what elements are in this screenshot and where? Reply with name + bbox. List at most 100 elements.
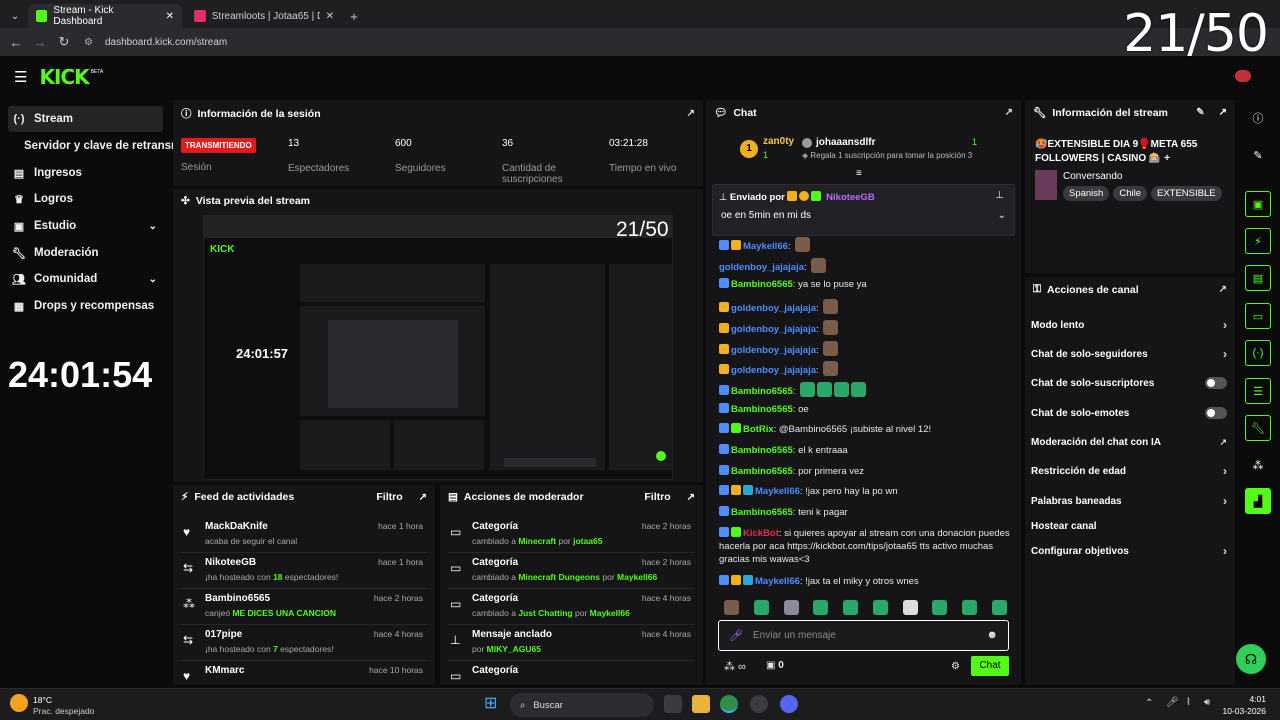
points-icon[interactable]: ⁂ ∞ (724, 660, 746, 673)
popout-icon[interactable]: ↗ (1219, 284, 1227, 295)
support-headset-icon[interactable]: ☊ (1236, 644, 1266, 674)
action-set-goals[interactable]: Configurar objetivos › (1031, 541, 1227, 561)
send-chat-button[interactable]: Chat (971, 656, 1009, 676)
subscribers-only-toggle[interactable] (1205, 377, 1227, 389)
emote-icon[interactable] (991, 600, 1007, 615)
category-name[interactable]: Conversando (1063, 171, 1122, 182)
sidebar-item-ingresos[interactable]: ▤ Ingresos (8, 160, 163, 186)
store-icon[interactable]: ▣ 0 (766, 660, 784, 671)
notes-icon[interactable]: ▤ (1245, 265, 1271, 291)
emote-icon[interactable] (724, 600, 739, 615)
url-field[interactable]: dashboard.kick.com/stream (105, 37, 227, 48)
popout-icon[interactable]: ↗ (1219, 107, 1227, 118)
new-tab-button[interactable]: + (344, 4, 364, 28)
emote-icon[interactable] (813, 600, 829, 615)
sidebar-item-estudio[interactable]: ▣ Estudio ⌄ (8, 213, 163, 239)
extension-icon[interactable]: ▟ (1245, 488, 1271, 514)
tab-list-icon[interactable]: ⌄ (6, 4, 24, 28)
feed-user[interactable]: Bambino6565 (205, 593, 270, 604)
info-icon[interactable]: ⓘ (1245, 105, 1271, 131)
clock-date[interactable]: 10-03-2026 (1222, 706, 1266, 716)
site-info-icon[interactable]: ⚙ (84, 37, 93, 48)
collapse-icon[interactable]: ≡ (856, 168, 862, 179)
emote-icon[interactable] (932, 600, 948, 615)
wrench-icon[interactable]: 🔧︎ (1245, 415, 1271, 441)
emote-icon[interactable] (783, 600, 799, 615)
sidebar-item-comunidad[interactable]: 👥︎ Comunidad ⌄ (8, 266, 163, 292)
emote-icon[interactable] (843, 600, 859, 615)
tag[interactable]: EXTENSIBLE (1151, 186, 1222, 201)
popout-icon[interactable]: ↗ (1005, 107, 1013, 118)
lightning-icon[interactable]: ⚡︎ (1245, 228, 1271, 254)
chat-icon[interactable]: ▭ (1245, 303, 1271, 329)
popout-icon[interactable]: ↗ (687, 108, 695, 119)
action-age-restriction[interactable]: Restricción de edad › (1031, 461, 1227, 481)
weather-icon[interactable] (10, 694, 28, 712)
action-followers-only[interactable]: Chat de solo-seguidores › (1031, 344, 1227, 364)
tab-streamloots[interactable]: Streamloots | Jotaa65 | Diviérte ✕ (186, 4, 342, 28)
action-slow-mode[interactable]: Modo lento › (1031, 315, 1227, 335)
action-ai-moderation[interactable]: Moderación del chat con IA ↗ (1031, 432, 1227, 452)
top-gifter-name[interactable]: zan0ty (763, 136, 794, 147)
emotes-only-toggle[interactable] (1205, 407, 1227, 419)
feed-user[interactable]: KMmarc (205, 665, 244, 676)
action-banned-words[interactable]: Palabras baneadas › (1031, 491, 1227, 511)
popout-icon[interactable]: ↗ (419, 492, 427, 503)
taskbar-search[interactable]: ⌕ Buscar (510, 693, 654, 717)
clock-time[interactable]: 4:01 (1222, 694, 1266, 704)
microphone-icon[interactable]: 🎤︎ (729, 629, 743, 642)
emoji-icon[interactable]: ☻ (986, 629, 998, 641)
kick-logo[interactable]: KICK (39, 65, 89, 89)
avatar[interactable] (1235, 70, 1251, 82)
edit-pencil-icon[interactable]: ✎ (1245, 142, 1271, 168)
close-tab-icon[interactable]: ✕ (166, 11, 174, 22)
feed-user[interactable]: NikoteeGB (205, 557, 256, 568)
discord-icon[interactable] (780, 695, 798, 713)
emote-icon[interactable] (962, 600, 978, 615)
points-icon[interactable]: ⁂ (1245, 452, 1271, 478)
forward-icon[interactable]: → (28, 35, 52, 50)
task-view-icon[interactable] (664, 695, 682, 713)
tag[interactable]: Chile (1113, 186, 1147, 201)
feed-user[interactable]: MackDaKnife (205, 521, 268, 532)
broadcast-icon[interactable]: (·) (1245, 340, 1271, 366)
pinned-user[interactable]: NikoteeGB (826, 192, 875, 203)
chat-input[interactable]: 🎤︎ Enviar un mensaje ☻ (718, 620, 1009, 651)
filter-button[interactable]: Filtro (644, 491, 670, 503)
microphone-icon[interactable]: 🎤︎ (1166, 697, 1179, 708)
stream-preview-video[interactable]: KICK 21/50 24:01:57 (203, 215, 673, 480)
sidebar-item-stream[interactable]: (·) Stream (8, 106, 163, 132)
network-icon[interactable]: ⌇ (1186, 697, 1191, 708)
emote-icon[interactable] (753, 600, 769, 615)
unpin-icon[interactable]: ⊥ (995, 190, 1004, 201)
emote-icon[interactable] (872, 600, 888, 615)
tag[interactable]: Spanish (1063, 186, 1110, 201)
chevron-down-icon[interactable]: ⌄ (998, 210, 1006, 221)
popout-icon[interactable]: ↗ (687, 492, 695, 503)
tab-kick-dashboard[interactable]: Stream - Kick Dashboard ✕ (28, 4, 182, 28)
sidebar-item-drops[interactable]: ▦ Drops y recompensas (8, 293, 163, 319)
chrome-icon[interactable] (720, 695, 738, 713)
clip-icon[interactable]: ▣ (1245, 191, 1271, 217)
emote-icon[interactable] (902, 600, 918, 615)
edit-pencil-icon[interactable]: ✎ (1196, 107, 1204, 118)
filter-button[interactable]: Filtro (376, 491, 402, 503)
sidebar-item-moderacion[interactable]: 🔧︎ Moderación (8, 240, 163, 266)
sidebar-item-logros[interactable]: ♛ Logros (8, 186, 163, 212)
close-tab-icon[interactable]: ✕ (326, 11, 334, 22)
action-host-channel[interactable]: Hostear canal (1031, 516, 1227, 536)
back-icon[interactable]: ← (4, 35, 28, 50)
app-icon[interactable] (750, 695, 768, 713)
gift-cta[interactable]: ◈ Regala 1 suscripción para tomar la pos… (802, 151, 972, 160)
volume-icon[interactable]: 🔊︎ (1204, 697, 1210, 708)
reload-icon[interactable]: ↻ (52, 34, 76, 50)
queue-icon[interactable]: ☰ (1245, 378, 1271, 404)
sidebar-item-server-key[interactable]: Servidor y clave de retransm (20, 133, 180, 159)
windows-start-icon[interactable]: ⊞ (484, 695, 502, 713)
file-explorer-icon[interactable] (692, 695, 710, 713)
hamburger-menu-icon[interactable]: ☰ (14, 68, 27, 86)
gift-user-name[interactable]: johaaansdlfr (816, 137, 875, 148)
feed-user[interactable]: 017pipe (205, 629, 242, 640)
tray-chevron-icon[interactable]: ⌃ (1145, 698, 1153, 709)
settings-gear-icon[interactable]: ⚙ (951, 661, 960, 672)
